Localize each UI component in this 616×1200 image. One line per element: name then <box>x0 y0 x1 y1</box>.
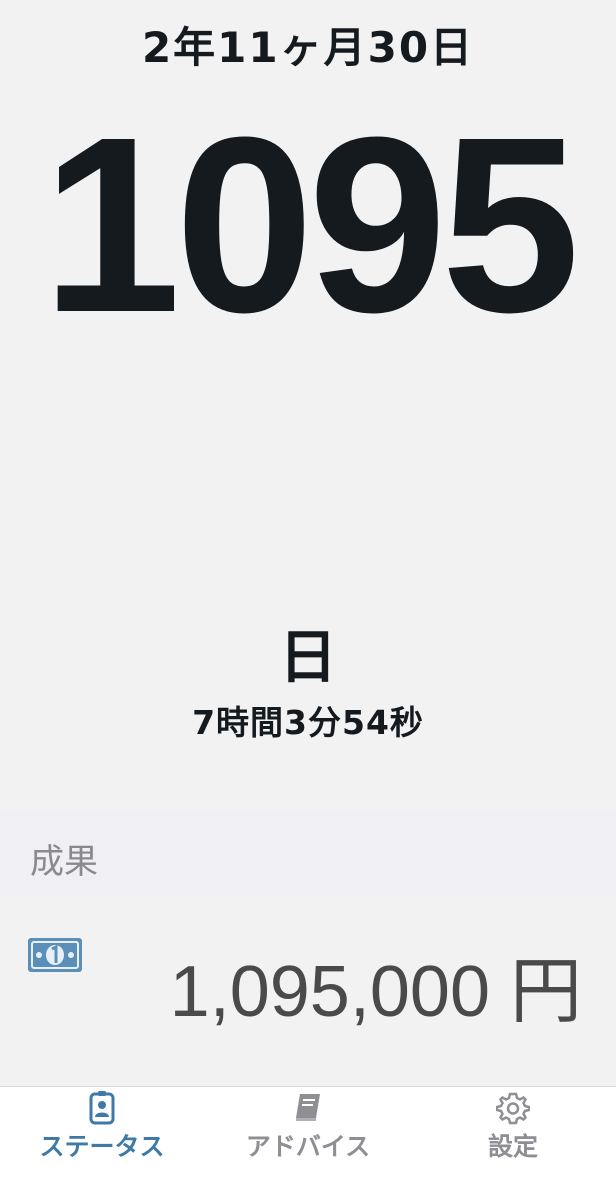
elapsed-days-count: 1095 <box>41 85 580 364</box>
tab-settings-label: 設定 <box>487 1132 538 1161</box>
tab-bar: ステータス アドバイス 設定 <box>0 1086 616 1200</box>
money-bill-icon <box>28 938 82 972</box>
tab-advice[interactable]: アドバイス <box>228 1087 388 1200</box>
results-amount: 1,095,000 円 <box>169 952 582 1032</box>
tab-status[interactable]: ステータス <box>22 1087 182 1200</box>
day-unit-label: 日 <box>278 623 337 691</box>
status-area: 2年11ヶ月30日 1095 日 7時間3分54秒 <box>0 0 616 812</box>
person-card-icon <box>89 1091 115 1125</box>
tab-settings[interactable]: 設定 <box>458 1087 568 1200</box>
elapsed-period-label: 2年11ヶ月30日 <box>141 23 475 72</box>
elapsed-time-remainder: 7時間3分54秒 <box>192 703 424 742</box>
tab-status-label: ステータス <box>39 1132 165 1161</box>
book-icon <box>296 1094 320 1121</box>
results-section-header: 成果 <box>0 812 616 896</box>
results-row: 1,095,000 円 <box>0 896 616 1086</box>
results-title: 成果 <box>30 842 98 882</box>
gear-icon <box>496 1092 530 1125</box>
tab-advice-label: アドバイス <box>245 1132 371 1161</box>
